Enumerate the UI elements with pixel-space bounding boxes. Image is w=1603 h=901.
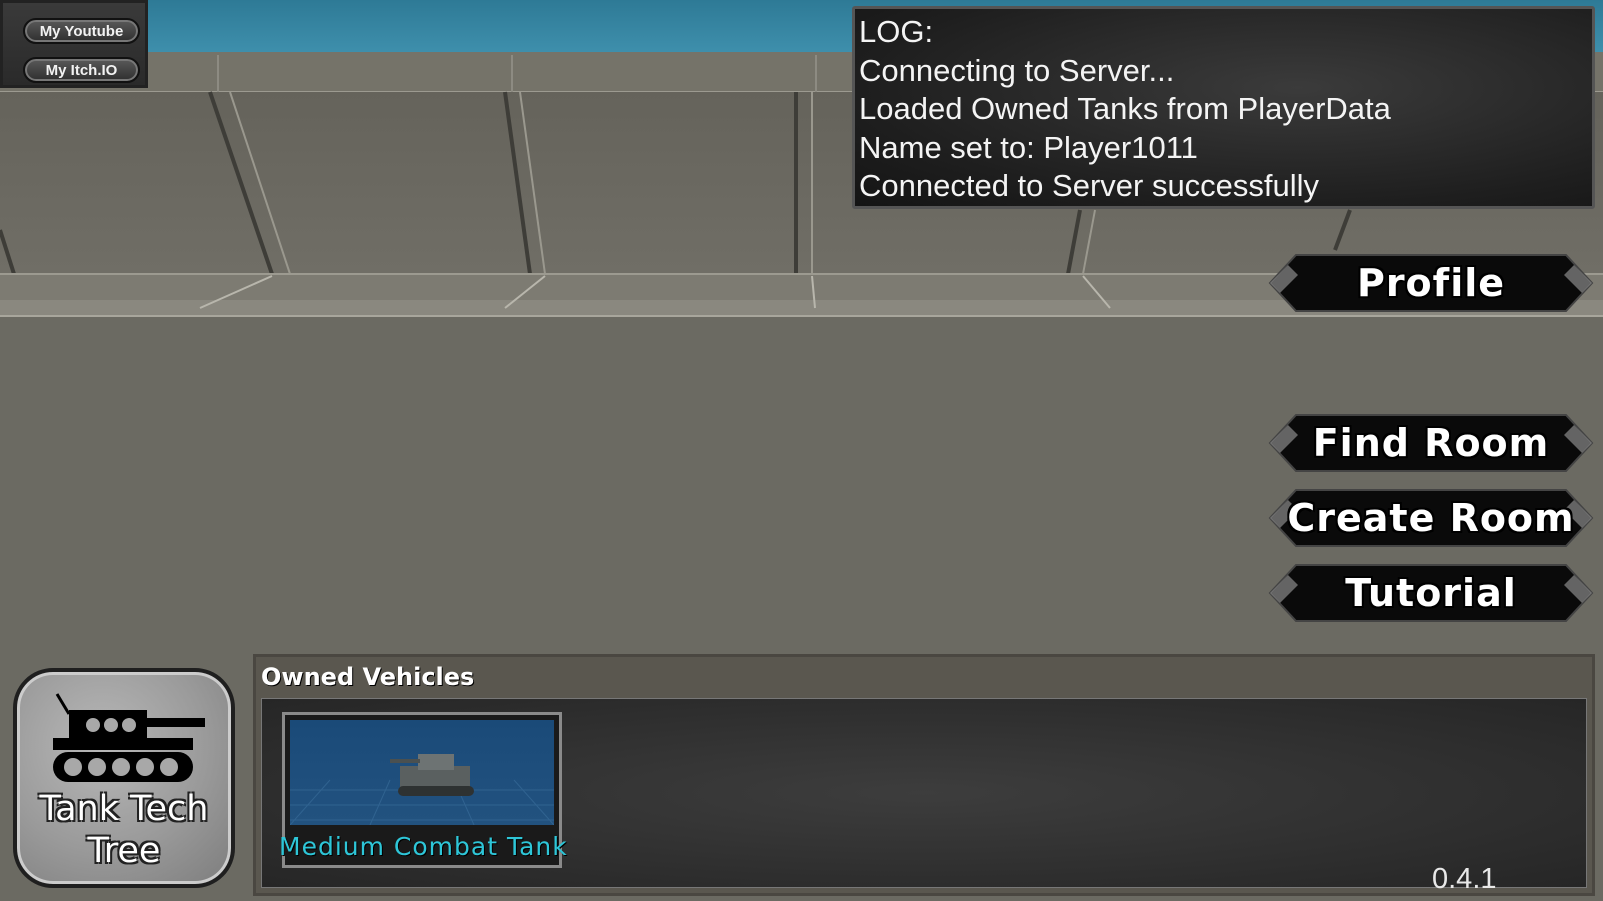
social-links-panel: My Youtube My Itch.IO bbox=[0, 0, 148, 88]
owned-vehicles-panel: Owned Vehicles Medium Combat Tank bbox=[253, 654, 1595, 896]
create-room-button[interactable]: Create Room bbox=[1268, 488, 1594, 548]
log-header: LOG: bbox=[859, 14, 934, 49]
vehicle-name: Medium Combat Tank bbox=[279, 832, 568, 861]
log-line: Name set to: Player1011 bbox=[859, 129, 1198, 165]
vehicle-thumbnail bbox=[289, 720, 555, 826]
vehicle-card[interactable]: Medium Combat Tank bbox=[279, 712, 567, 868]
log-line: Connected to Server successfully bbox=[859, 168, 1320, 203]
tutorial-button[interactable]: Tutorial bbox=[1268, 563, 1594, 623]
find-room-label: Find Room bbox=[1312, 421, 1550, 465]
create-room-label: Create Room bbox=[1287, 496, 1575, 540]
itch-link-button[interactable]: My Itch.IO bbox=[23, 57, 140, 83]
tech-tree-label: Tank Tech Tree bbox=[17, 788, 231, 872]
profile-label: Profile bbox=[1356, 261, 1506, 305]
log-line: Loaded Owned Tanks from PlayerData bbox=[859, 91, 1391, 126]
tutorial-label: Tutorial bbox=[1345, 571, 1517, 615]
tech-tree-button[interactable]: Tank Tech Tree bbox=[13, 668, 235, 888]
tech-tree-label-line1: Tank Tech bbox=[39, 789, 209, 829]
version-label: 0.4.1 bbox=[1432, 863, 1497, 895]
owned-vehicles-list[interactable]: Medium Combat Tank bbox=[261, 698, 1587, 888]
tech-tree-label-line2: Tree bbox=[87, 831, 161, 871]
owned-vehicles-title: Owned Vehicles bbox=[261, 663, 475, 691]
vehicle-preview-image bbox=[289, 754, 555, 826]
log-line: Connecting to Server... bbox=[859, 52, 1175, 88]
tank-silhouette-icon bbox=[53, 693, 205, 782]
youtube-link-button[interactable]: My Youtube bbox=[23, 18, 140, 44]
profile-button[interactable]: Profile bbox=[1268, 253, 1594, 313]
log-panel: LOG: Connecting to Server... Loaded Owne… bbox=[852, 6, 1595, 209]
find-room-button[interactable]: Find Room bbox=[1268, 413, 1594, 473]
